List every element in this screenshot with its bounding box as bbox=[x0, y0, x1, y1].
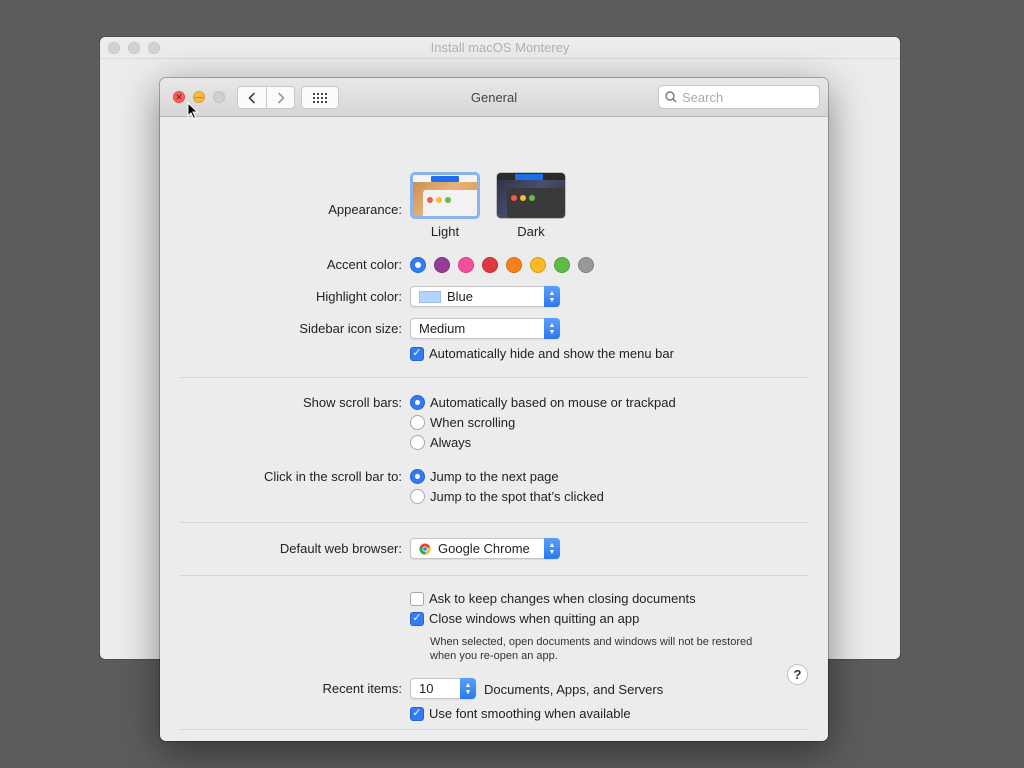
click-scroll-spot-option[interactable]: Jump to the spot that’s clicked bbox=[410, 489, 604, 504]
close-windows-note-line2: when you re-open an app. bbox=[430, 650, 558, 662]
appearance-dark-label: Dark bbox=[517, 224, 545, 239]
search-input[interactable] bbox=[682, 89, 812, 105]
recent-items-popup[interactable]: 10 ▲ ▼ bbox=[410, 678, 476, 699]
font-smoothing-label: Use font smoothing when available bbox=[429, 706, 631, 721]
close-windows-option[interactable]: ✓ Close windows when quitting an app bbox=[410, 611, 639, 626]
appearance-dark-thumbnail[interactable] bbox=[496, 172, 566, 219]
click-scroll-next-page-radio[interactable] bbox=[410, 469, 425, 484]
appearance-dark-option[interactable]: Dark bbox=[496, 172, 566, 239]
font-smoothing-option[interactable]: ✓ Use font smoothing when available bbox=[410, 706, 631, 721]
recent-items-value: 10 bbox=[419, 681, 434, 696]
ask-keep-changes-option[interactable]: Ask to keep changes when closing documen… bbox=[410, 591, 696, 606]
close-windows-label: Close windows when quitting an app bbox=[429, 611, 640, 626]
background-window-title: Install macOS Monterey bbox=[430, 40, 570, 55]
recent-items-label: Recent items: bbox=[322, 681, 402, 696]
scroll-bars-auto-label: Automatically based on mouse or trackpad bbox=[430, 395, 676, 410]
scroll-bars-auto-option[interactable]: Automatically based on mouse or trackpad bbox=[410, 395, 676, 410]
scroll-bars-always-option[interactable]: Always bbox=[410, 435, 471, 450]
search-icon bbox=[665, 91, 677, 103]
menu-bar-option[interactable]: ✓ Automatically hide and show the menu b… bbox=[410, 346, 674, 361]
show-scroll-bars-label: Show scroll bars: bbox=[303, 395, 402, 410]
appearance-light-option[interactable]: Light bbox=[410, 172, 480, 239]
close-windows-checkbox[interactable]: ✓ bbox=[410, 611, 424, 626]
click-scroll-spot-label: Jump to the spot that’s clicked bbox=[430, 489, 604, 504]
accent-color-swatch[interactable] bbox=[530, 257, 546, 273]
preferences-window: ✕ — General Search Appearance: Light Dar… bbox=[160, 78, 828, 741]
background-titlebar: Install macOS Monterey bbox=[100, 37, 900, 59]
appearance-label: Appearance: bbox=[328, 202, 402, 217]
accent-color-label: Accent color: bbox=[326, 257, 402, 272]
sidebar-icon-size-popup[interactable]: Medium ▲ ▼ bbox=[410, 318, 560, 339]
scroll-bars-always-label: Always bbox=[430, 435, 472, 450]
accent-color-swatches bbox=[410, 257, 594, 273]
click-scroll-spot-radio[interactable] bbox=[410, 489, 425, 504]
divider bbox=[180, 729, 808, 730]
font-smoothing-checkbox[interactable]: ✓ bbox=[410, 706, 424, 721]
click-scroll-next-page-label: Jump to the next page bbox=[430, 469, 559, 484]
general-pane: Appearance: Light Dark Accent color: Hig… bbox=[160, 117, 828, 741]
appearance-light-thumbnail[interactable] bbox=[410, 172, 480, 219]
divider bbox=[180, 377, 808, 378]
menu-bar-label: Automatically hide and show the menu bar bbox=[429, 346, 674, 361]
sidebar-icon-size-label: Sidebar icon size: bbox=[299, 321, 402, 336]
default-browser-label: Default web browser: bbox=[279, 541, 402, 556]
highlight-color-swatch bbox=[419, 290, 441, 303]
toolbar: ✕ — General bbox=[160, 78, 828, 117]
highlight-color-popup[interactable]: Blue ▲ ▼ bbox=[410, 286, 560, 307]
accent-color-swatch[interactable] bbox=[554, 257, 570, 273]
ask-keep-changes-label: Ask to keep changes when closing documen… bbox=[429, 591, 696, 606]
popup-arrows-icon: ▲ ▼ bbox=[544, 538, 560, 559]
accent-color-swatch[interactable] bbox=[506, 257, 522, 273]
scroll-bars-always-radio[interactable] bbox=[410, 435, 425, 450]
default-browser-popup[interactable]: Google Chrome ▲ ▼ bbox=[410, 538, 560, 559]
sidebar-icon-size-value: Medium bbox=[419, 321, 466, 336]
click-scroll-next-page-option[interactable]: Jump to the next page bbox=[410, 469, 559, 484]
accent-color-swatch[interactable] bbox=[578, 257, 594, 273]
click-scroll-bar-label: Click in the scroll bar to: bbox=[264, 469, 402, 484]
ask-keep-changes-checkbox[interactable] bbox=[410, 591, 424, 606]
divider bbox=[180, 522, 808, 523]
accent-color-swatch[interactable] bbox=[458, 257, 474, 273]
chrome-icon bbox=[419, 543, 431, 555]
default-browser-value: Google Chrome bbox=[438, 541, 530, 556]
popup-arrows-icon: ▲ ▼ bbox=[544, 318, 560, 339]
menu-bar-checkbox[interactable]: ✓ bbox=[410, 346, 424, 361]
close-windows-note: When selected, open documents and window… bbox=[430, 635, 752, 663]
scroll-bars-when-scrolling-option[interactable]: When scrolling bbox=[410, 415, 515, 430]
accent-color-swatch[interactable] bbox=[482, 257, 498, 273]
scroll-bars-when-scrolling-label: When scrolling bbox=[430, 415, 516, 430]
highlight-color-label: Highlight color: bbox=[316, 289, 402, 304]
popup-arrows-icon: ▲ ▼ bbox=[544, 286, 560, 307]
scroll-bars-when-scrolling-radio[interactable] bbox=[410, 415, 425, 430]
appearance-light-label: Light bbox=[430, 224, 460, 239]
accent-color-swatch[interactable] bbox=[410, 257, 426, 273]
popup-arrows-icon: ▲ ▼ bbox=[460, 678, 476, 699]
recent-items-suffix: Documents, Apps, and Servers bbox=[484, 682, 664, 697]
close-windows-note-line1: When selected, open documents and window… bbox=[430, 636, 753, 648]
divider bbox=[180, 575, 808, 576]
scroll-bars-auto-radio[interactable] bbox=[410, 395, 425, 410]
highlight-color-value: Blue bbox=[447, 289, 474, 304]
accent-color-swatch[interactable] bbox=[434, 257, 450, 273]
mouse-cursor-icon bbox=[187, 102, 199, 120]
help-button[interactable]: ? bbox=[787, 664, 808, 685]
search-field[interactable] bbox=[658, 85, 820, 109]
